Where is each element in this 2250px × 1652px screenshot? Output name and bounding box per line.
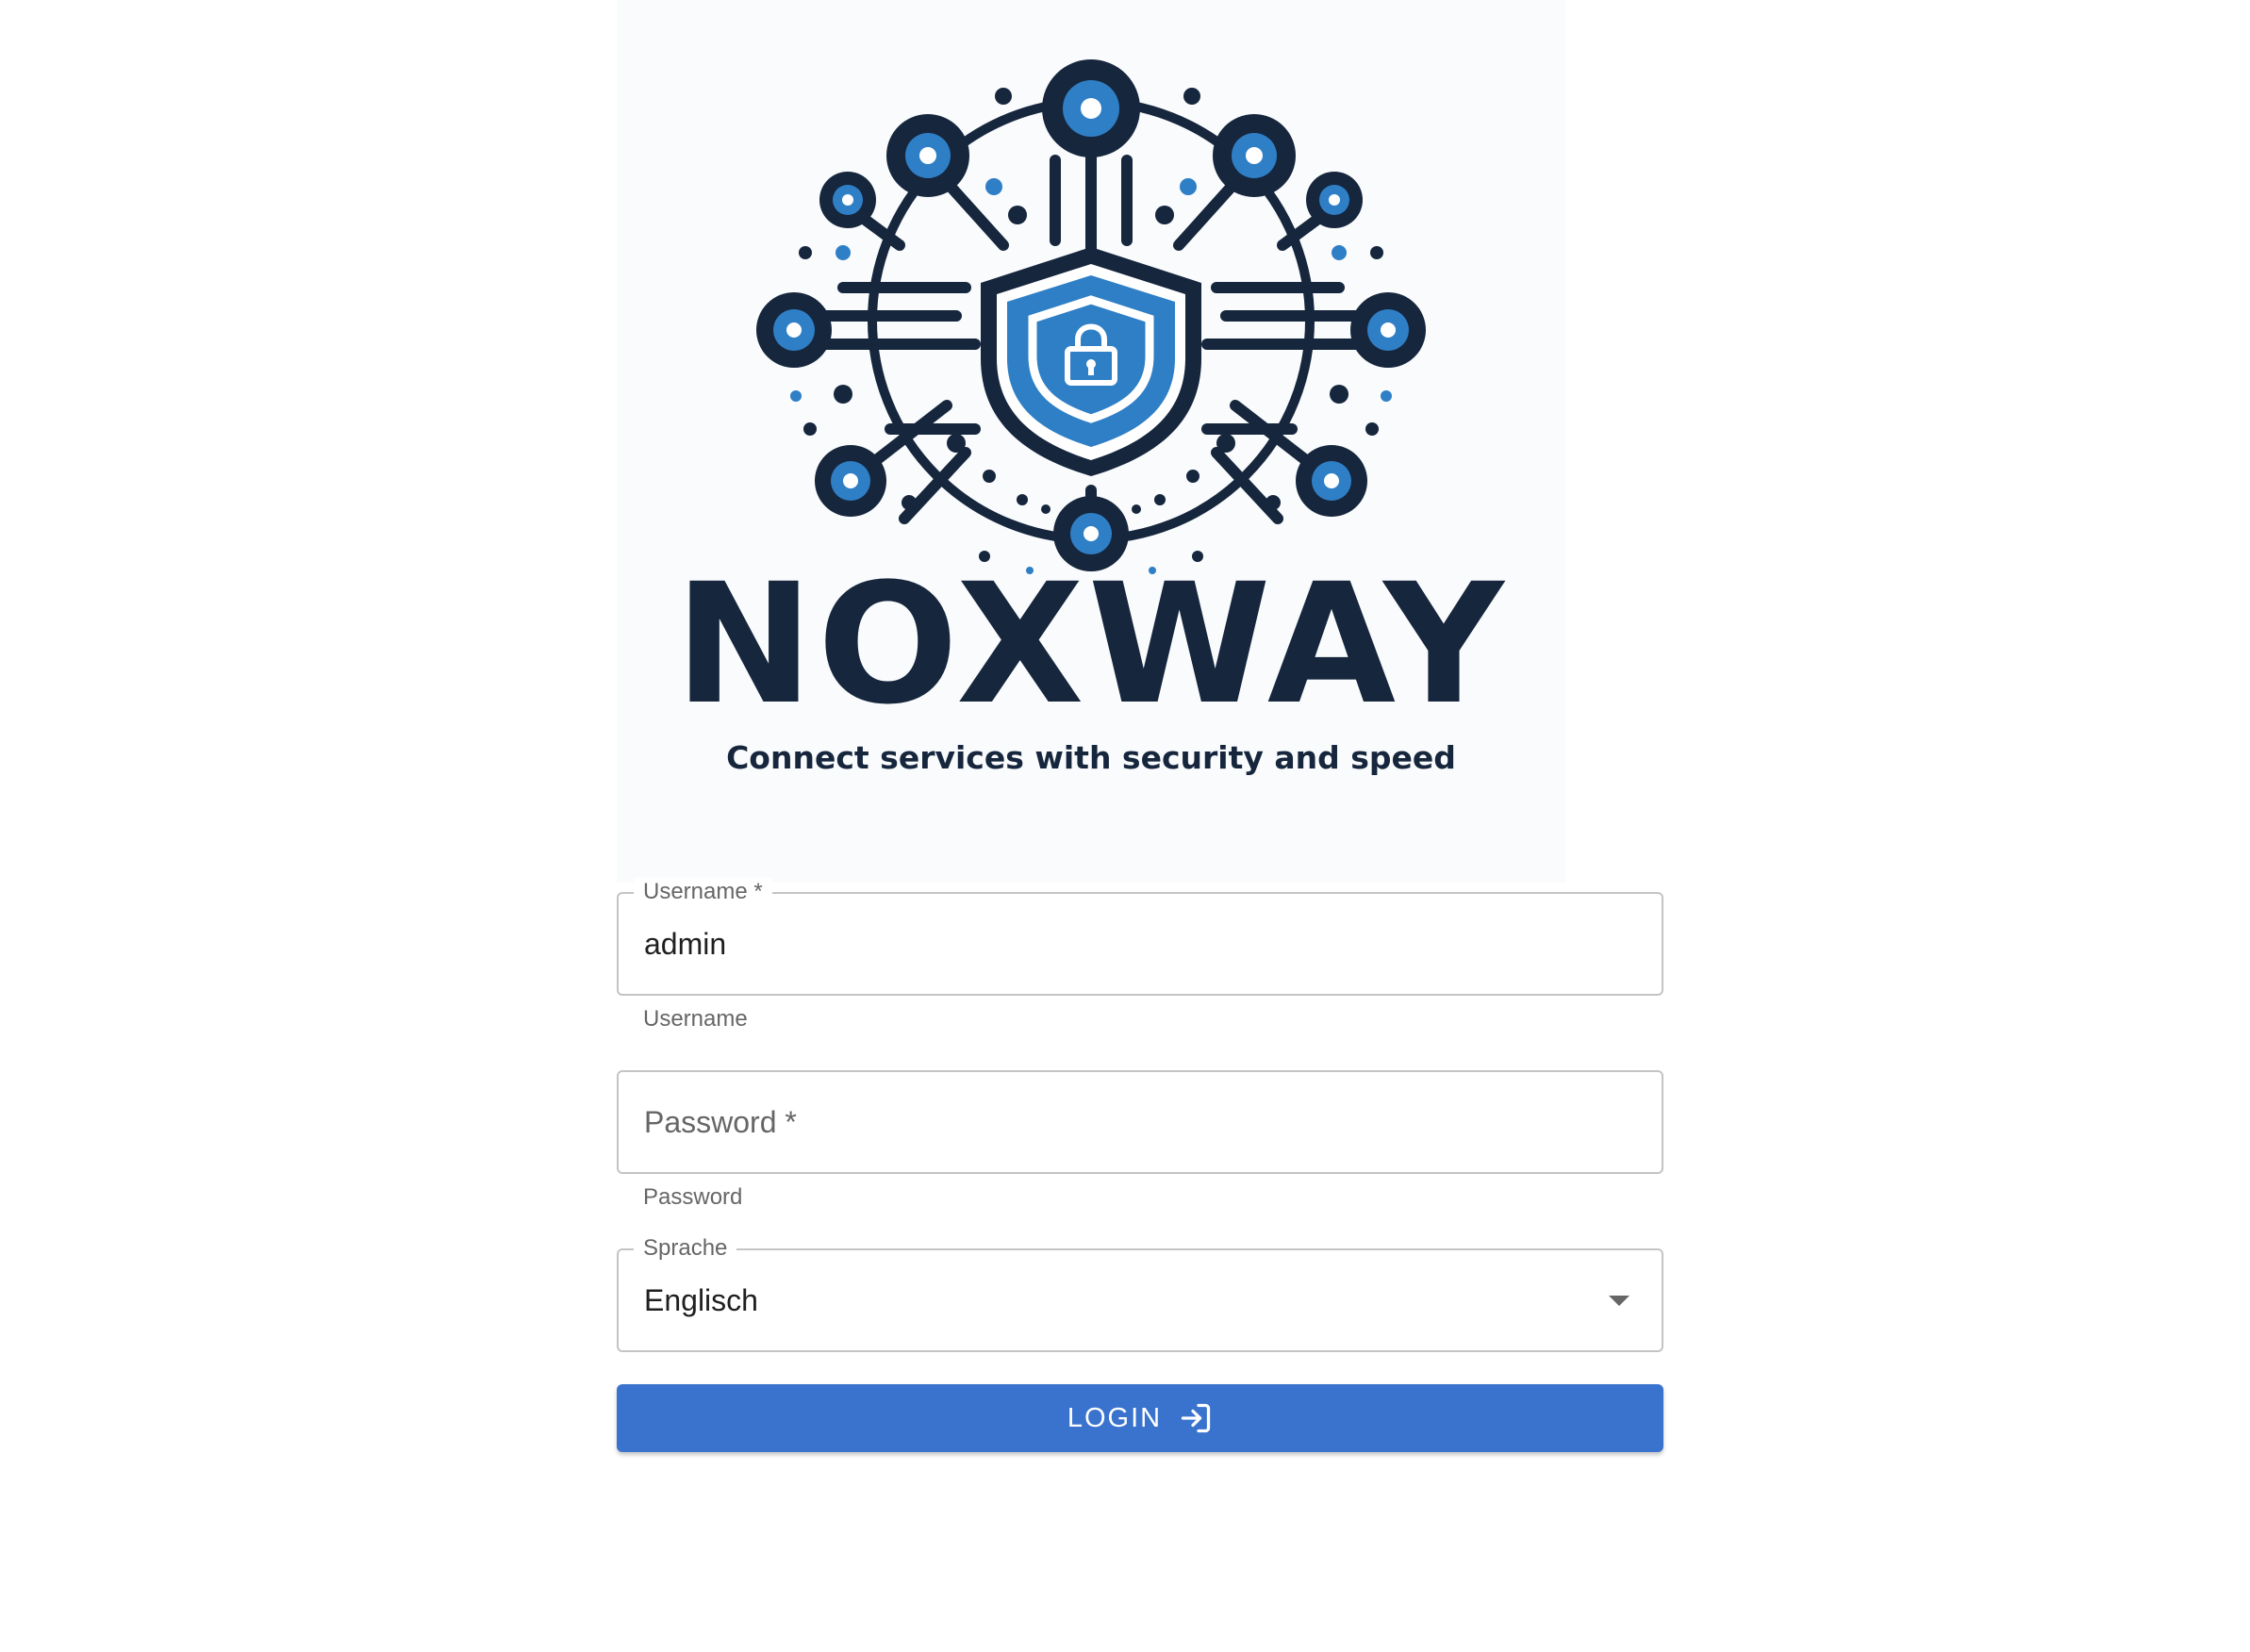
username-helper-text: Username	[643, 1006, 748, 1032]
chevron-down-icon[interactable]	[1609, 1296, 1630, 1306]
username-field[interactable]: Username * admin	[617, 878, 1663, 996]
password-field[interactable]: Password *	[617, 1070, 1663, 1174]
password-helper-text: Password	[643, 1184, 743, 1210]
language-select[interactable]: Sprache Englisch	[617, 1234, 1663, 1352]
brand-tagline: Connect services with security and speed	[726, 739, 1456, 776]
password-input[interactable]: Password *	[644, 1072, 797, 1172]
login-icon	[1181, 1403, 1211, 1433]
logo-panel: NOXWAY Connect services with security an…	[617, 0, 1565, 883]
required-marker: *	[785, 1105, 797, 1139]
username-input[interactable]: admin	[644, 894, 726, 994]
password-placeholder: Password	[644, 1105, 777, 1139]
required-marker: *	[753, 879, 763, 904]
login-button[interactable]: LOGIN	[617, 1384, 1663, 1452]
login-button-label: LOGIN	[1067, 1402, 1163, 1433]
language-selected-value: Englisch	[644, 1283, 758, 1317]
brand-name: NOXWAY	[674, 548, 1508, 741]
